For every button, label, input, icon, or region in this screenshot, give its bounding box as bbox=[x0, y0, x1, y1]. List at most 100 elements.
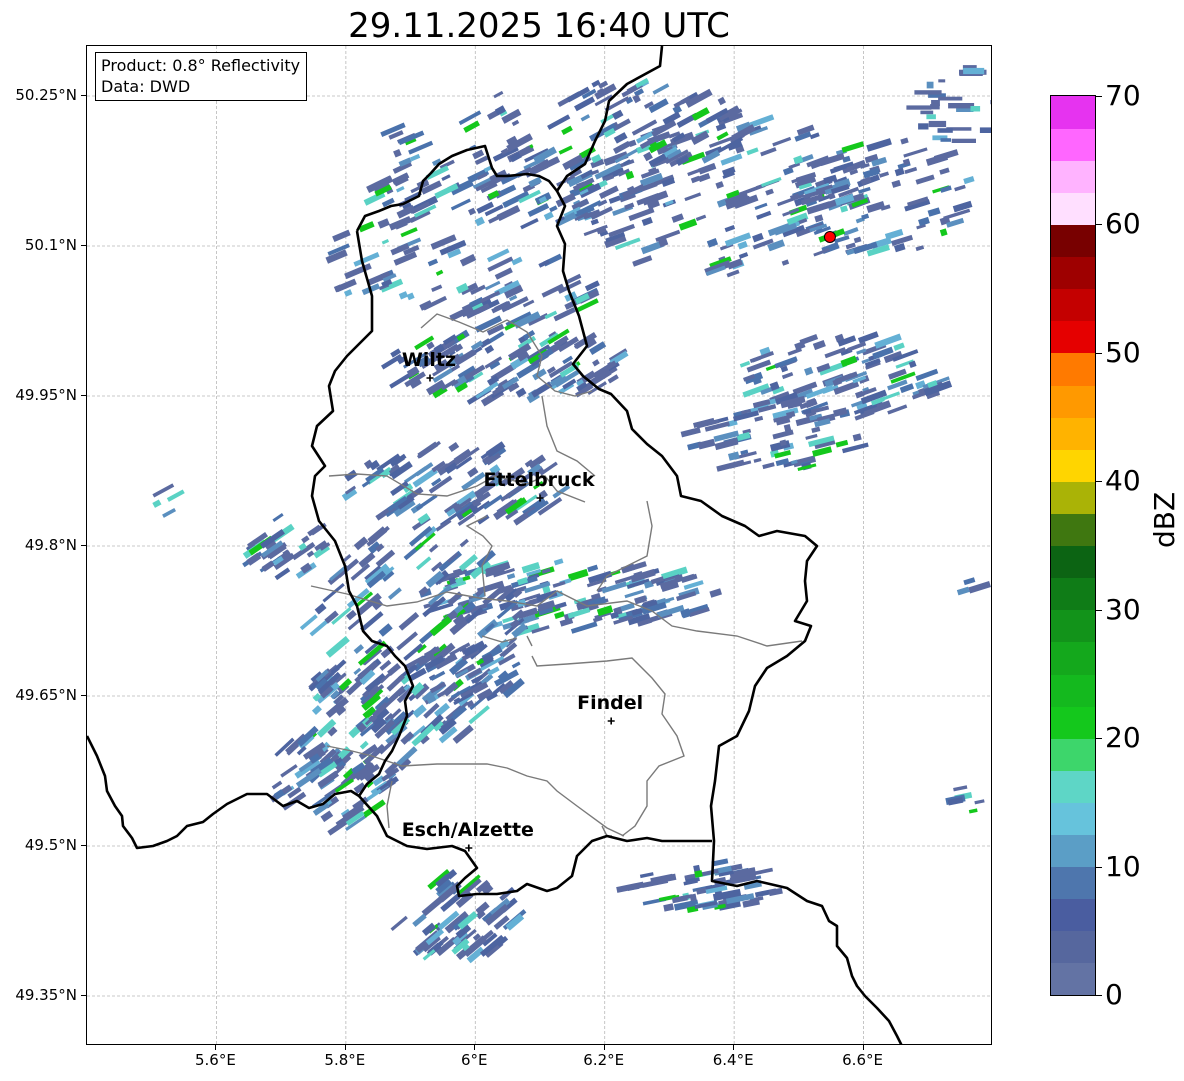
colorbar-segment bbox=[1051, 384, 1095, 418]
city-label: Findel bbox=[577, 692, 644, 714]
radar-echo-cell bbox=[814, 214, 824, 223]
colorbar-unit-label: dBZ bbox=[1148, 491, 1181, 548]
radar-echo-cell bbox=[431, 284, 443, 293]
colorbar-segment bbox=[1051, 866, 1095, 900]
radar-echo-cell bbox=[467, 207, 476, 216]
radar-echo-cell bbox=[320, 810, 334, 823]
radar-echo-cell bbox=[920, 110, 934, 115]
radar-echo-cell bbox=[698, 162, 717, 175]
colorbar-tick-mark bbox=[1096, 481, 1102, 483]
colorbar-segment bbox=[1051, 449, 1095, 482]
radar-echo-cell bbox=[343, 554, 352, 562]
map-panel[interactable] bbox=[86, 45, 992, 1045]
lat-tick-mark bbox=[81, 395, 86, 396]
radar-echo-cell bbox=[538, 259, 550, 268]
colorbar-segment bbox=[1051, 609, 1095, 643]
city-marker bbox=[465, 844, 473, 852]
radar-echo-cell bbox=[752, 232, 764, 243]
radar-echo-cell bbox=[762, 462, 775, 470]
radar-echo-cell bbox=[857, 331, 879, 344]
radar-echoes bbox=[152, 65, 991, 964]
radar-echo-cell bbox=[311, 705, 322, 715]
radar-echo-cell bbox=[463, 120, 481, 133]
radar-echo-cell bbox=[727, 451, 740, 461]
radar-echo-cell bbox=[552, 580, 566, 588]
radar-echo-cell bbox=[531, 381, 553, 398]
lon-tick-label: 5.6°E bbox=[195, 1051, 236, 1069]
lat-tick-mark bbox=[81, 545, 86, 546]
radar-echo-cell bbox=[612, 109, 624, 120]
lat-tick-label: 49.5°N bbox=[24, 836, 77, 854]
lon-tick-label: 6.4°E bbox=[712, 1051, 754, 1069]
radar-echo-cell bbox=[567, 568, 589, 582]
radar-echo-cell bbox=[951, 138, 976, 143]
radar-echo-cell bbox=[793, 155, 804, 165]
radar-echo-cell bbox=[914, 90, 942, 95]
radar-echo-cell bbox=[900, 137, 909, 145]
radar-echo-cell bbox=[926, 114, 936, 120]
radar-echo-cell bbox=[805, 433, 818, 440]
radar-echo-cell bbox=[459, 253, 477, 267]
radar-echo-cell bbox=[746, 147, 759, 156]
radar-echo-cell bbox=[768, 887, 783, 897]
radar-echo-cell bbox=[299, 614, 318, 631]
lat-tick-mark bbox=[81, 695, 86, 696]
radar-echo-cell bbox=[332, 229, 351, 242]
radar-echo-cell bbox=[956, 586, 970, 596]
radar-echo-cell bbox=[412, 913, 427, 927]
radar-echo-cell bbox=[963, 67, 985, 75]
radar-echo-cell bbox=[915, 174, 935, 185]
radar-echo-cell bbox=[415, 556, 432, 571]
lon-tick-mark bbox=[474, 1045, 476, 1050]
colorbar-segment bbox=[1051, 673, 1095, 707]
radar-echo-cell bbox=[754, 415, 764, 422]
radar-echo-cell bbox=[429, 615, 453, 637]
radar-echo-cell bbox=[398, 612, 420, 631]
radar-echo-cell bbox=[812, 446, 833, 457]
product-label: Product: 0.8° Reflectivity bbox=[101, 56, 301, 75]
city-label: Wiltz bbox=[401, 349, 457, 371]
lon-tick-label: 6.6°E bbox=[842, 1051, 883, 1069]
radar-echo-cell bbox=[592, 359, 600, 367]
colorbar-segment bbox=[1051, 481, 1095, 514]
radar-echo-cell bbox=[724, 224, 736, 233]
lat-tick-label: 49.8°N bbox=[24, 536, 77, 554]
radar-echo-cell bbox=[697, 438, 716, 450]
radar-echo-cell bbox=[301, 535, 310, 544]
radar-echo-cell bbox=[554, 611, 565, 620]
radar-echo-cell bbox=[684, 192, 702, 202]
colorbar-segment bbox=[1051, 128, 1095, 161]
radar-echo-cell bbox=[306, 550, 315, 558]
lat-tick-label: 50.25°N bbox=[15, 86, 77, 104]
city-label: Esch/Alzette bbox=[401, 819, 534, 841]
colorbar-tick-mark bbox=[1096, 995, 1102, 996]
city-label: Ettelbruck bbox=[483, 469, 595, 491]
radar-echo-cell bbox=[400, 227, 418, 238]
radar-echo-cell bbox=[344, 469, 358, 482]
colorbar-segment bbox=[1051, 288, 1095, 322]
radar-echo-cell bbox=[937, 128, 953, 133]
colorbar-segment bbox=[1051, 930, 1095, 964]
radar-echo-cell bbox=[632, 255, 653, 267]
radar-echo-cell bbox=[387, 587, 402, 600]
radar-echo-cell bbox=[717, 96, 727, 106]
radar-echo-cell bbox=[517, 577, 529, 586]
lon-tick-mark bbox=[862, 1045, 864, 1050]
radar-echo-cell bbox=[494, 267, 513, 280]
radar-echo-cell bbox=[811, 426, 821, 434]
radar-echo-cell bbox=[280, 764, 298, 778]
radar-echo-cell bbox=[554, 601, 567, 610]
radar-echo-cell bbox=[590, 218, 599, 226]
radar-echo-cell bbox=[843, 227, 859, 237]
colorbar-tick-label: 70 bbox=[1105, 79, 1141, 112]
radar-echo-cell bbox=[406, 292, 415, 301]
colorbar-segment bbox=[1051, 513, 1095, 547]
radar-echo-cell bbox=[781, 259, 790, 266]
radar-echo-cell bbox=[938, 79, 946, 83]
radar-echo-cell bbox=[553, 307, 576, 322]
radar-echo-cell bbox=[841, 141, 865, 153]
radar-echo-cell bbox=[549, 205, 558, 213]
radar-echo-cell bbox=[652, 83, 670, 95]
radar-echo-cell bbox=[655, 229, 681, 243]
radar-echo-cell bbox=[641, 216, 653, 226]
